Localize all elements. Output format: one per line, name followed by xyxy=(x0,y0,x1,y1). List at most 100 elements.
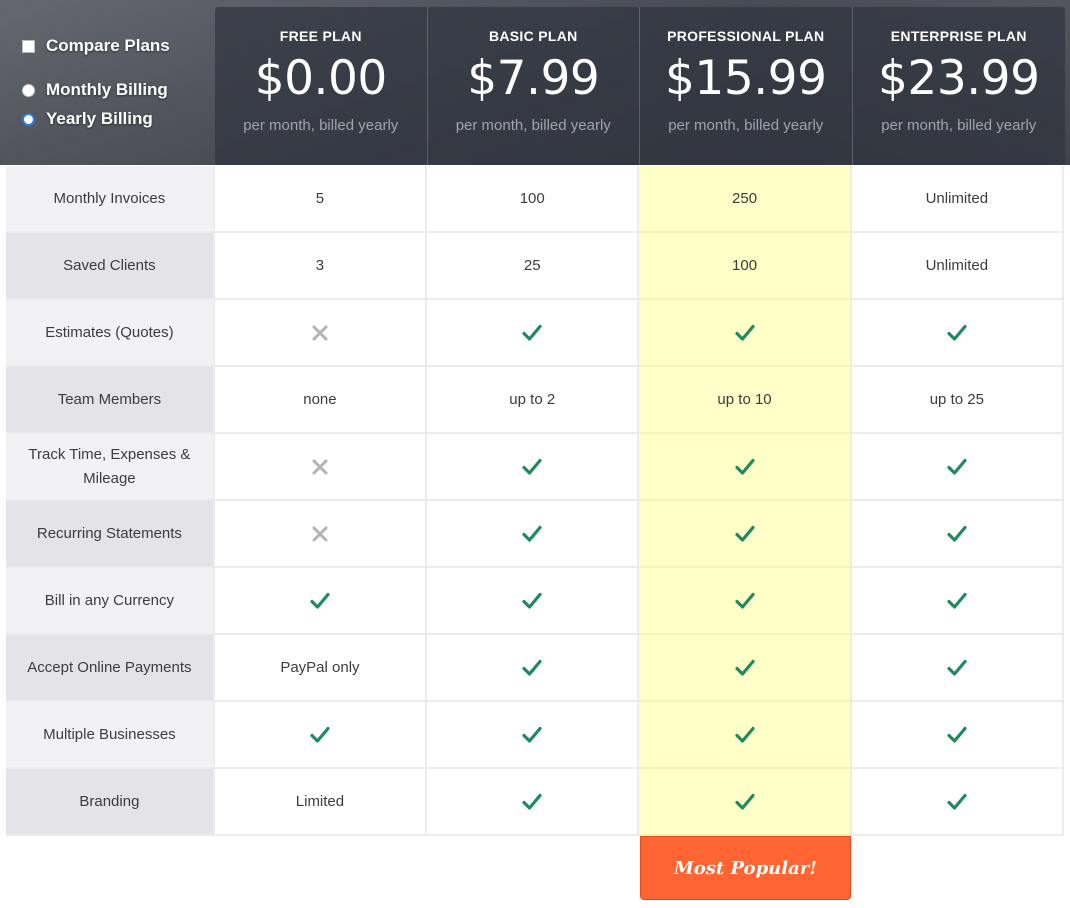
yearly-billing-radio[interactable] xyxy=(22,112,35,126)
feature-cell xyxy=(427,769,640,836)
feature-cell xyxy=(851,300,1064,367)
feature-cell xyxy=(427,300,640,367)
compare-plans-checkbox[interactable] xyxy=(22,39,35,53)
feature-cell xyxy=(214,300,428,367)
check-icon xyxy=(734,793,755,811)
feature-cell xyxy=(851,501,1064,568)
feature-value: up to 25 xyxy=(851,367,1064,434)
feature-cell xyxy=(639,434,852,501)
check-icon xyxy=(734,592,755,610)
table-row: Recurring Statements xyxy=(6,501,1064,568)
plan-name: ENTERPRISE PLAN xyxy=(890,28,1027,44)
feature-value: 250 xyxy=(639,166,852,233)
monthly-billing-option[interactable]: Monthly Billing xyxy=(22,80,212,100)
plan-period: per month, billed yearly xyxy=(668,117,824,134)
check-icon xyxy=(734,726,755,744)
check-icon xyxy=(947,324,967,342)
yearly-billing-label: Yearly Billing xyxy=(46,109,153,128)
table-row: Saved Clients 3 25 100 Unlimited xyxy=(6,233,1064,300)
table-row: Branding Limited xyxy=(6,769,1064,836)
check-icon xyxy=(734,458,755,476)
feature-cell xyxy=(214,501,428,568)
plan-headers: FREE PLAN $0.00 per month, billed yearly… xyxy=(215,7,1065,165)
plan-header-enterprise: ENTERPRISE PLAN $23.99 per month, billed… xyxy=(852,7,1065,165)
feature-label: Monthly Invoices xyxy=(6,166,215,233)
feature-cell xyxy=(214,702,428,769)
feature-value: 100 xyxy=(427,166,640,233)
cross-icon xyxy=(312,459,328,475)
feature-cell xyxy=(639,568,852,635)
check-icon xyxy=(522,659,542,677)
check-icon xyxy=(522,592,542,610)
feature-value: 5 xyxy=(214,166,428,233)
feature-value: 3 xyxy=(214,233,428,300)
table-row: Monthly Invoices 5 100 250 Unlimited xyxy=(6,166,1064,233)
table-row: Track Time, Expenses & Mileage xyxy=(6,434,1064,501)
feature-cell xyxy=(427,702,640,769)
feature-cell xyxy=(639,702,852,769)
check-icon xyxy=(734,525,755,543)
feature-cell xyxy=(639,501,852,568)
compare-plans-label: Compare Plans xyxy=(46,36,170,55)
check-icon xyxy=(947,525,967,543)
feature-cell xyxy=(639,769,852,836)
monthly-billing-label: Monthly Billing xyxy=(46,80,168,99)
table-row: Accept Online Payments PayPal only xyxy=(6,635,1064,702)
feature-cell xyxy=(639,300,852,367)
plan-period: per month, billed yearly xyxy=(455,117,611,134)
feature-value: 100 xyxy=(639,233,852,300)
feature-label: Track Time, Expenses & Mileage xyxy=(6,434,215,501)
feature-comparison-table: Monthly Invoices 5 100 250 Unlimited Saved Cl… xyxy=(6,166,1064,836)
feature-label: Saved Clients xyxy=(6,233,215,300)
feature-label: Branding xyxy=(6,769,215,836)
check-icon xyxy=(734,659,755,677)
feature-label: Recurring Statements xyxy=(6,501,215,568)
cross-icon xyxy=(312,526,328,542)
cross-icon xyxy=(312,325,328,341)
feature-value: none xyxy=(214,367,428,434)
feature-cell xyxy=(851,635,1064,702)
feature-value: 25 xyxy=(427,233,640,300)
feature-label: Accept Online Payments xyxy=(6,635,215,702)
check-icon xyxy=(947,793,967,811)
check-icon xyxy=(522,458,542,476)
feature-cell xyxy=(851,769,1064,836)
check-icon xyxy=(947,592,967,610)
feature-cell xyxy=(851,702,1064,769)
plan-price: $0.00 xyxy=(254,51,388,106)
feature-value: up to 2 xyxy=(427,367,640,434)
feature-cell xyxy=(427,635,640,702)
check-icon xyxy=(310,726,330,744)
feature-value: Limited xyxy=(214,769,428,836)
check-icon xyxy=(310,592,330,610)
feature-label: Bill in any Currency xyxy=(6,568,215,635)
monthly-billing-radio[interactable] xyxy=(22,83,35,97)
feature-value: PayPal only xyxy=(214,635,428,702)
check-icon xyxy=(522,324,542,342)
yearly-billing-option[interactable]: Yearly Billing xyxy=(22,109,212,129)
feature-value: up to 10 xyxy=(639,367,852,434)
compare-plans-toggle[interactable]: Compare Plans xyxy=(22,36,212,56)
feature-label: Multiple Businesses xyxy=(6,702,215,769)
feature-value: Unlimited xyxy=(851,233,1064,300)
check-icon xyxy=(947,659,967,677)
plan-name: FREE PLAN xyxy=(279,28,362,44)
billing-controls: Compare Plans Monthly Billing Yearly Bil… xyxy=(22,36,212,129)
check-icon xyxy=(947,458,967,476)
table-row: Estimates (Quotes) xyxy=(6,300,1064,367)
feature-cell xyxy=(427,501,640,568)
table-row: Multiple Businesses xyxy=(6,702,1064,769)
most-popular-badge[interactable]: Most Popular! xyxy=(640,836,851,900)
plan-period: per month, billed yearly xyxy=(881,117,1037,134)
plan-header-basic: BASIC PLAN $7.99 per month, billed yearl… xyxy=(427,7,640,165)
feature-value: Unlimited xyxy=(851,166,1064,233)
feature-label: Estimates (Quotes) xyxy=(6,300,215,367)
check-icon xyxy=(522,793,542,811)
feature-cell xyxy=(851,568,1064,635)
plan-name: BASIC PLAN xyxy=(488,28,578,44)
table-row: Bill in any Currency xyxy=(6,568,1064,635)
feature-cell xyxy=(639,635,852,702)
plan-price: $15.99 xyxy=(665,51,827,106)
feature-label: Team Members xyxy=(6,367,215,434)
feature-cell xyxy=(851,434,1064,501)
